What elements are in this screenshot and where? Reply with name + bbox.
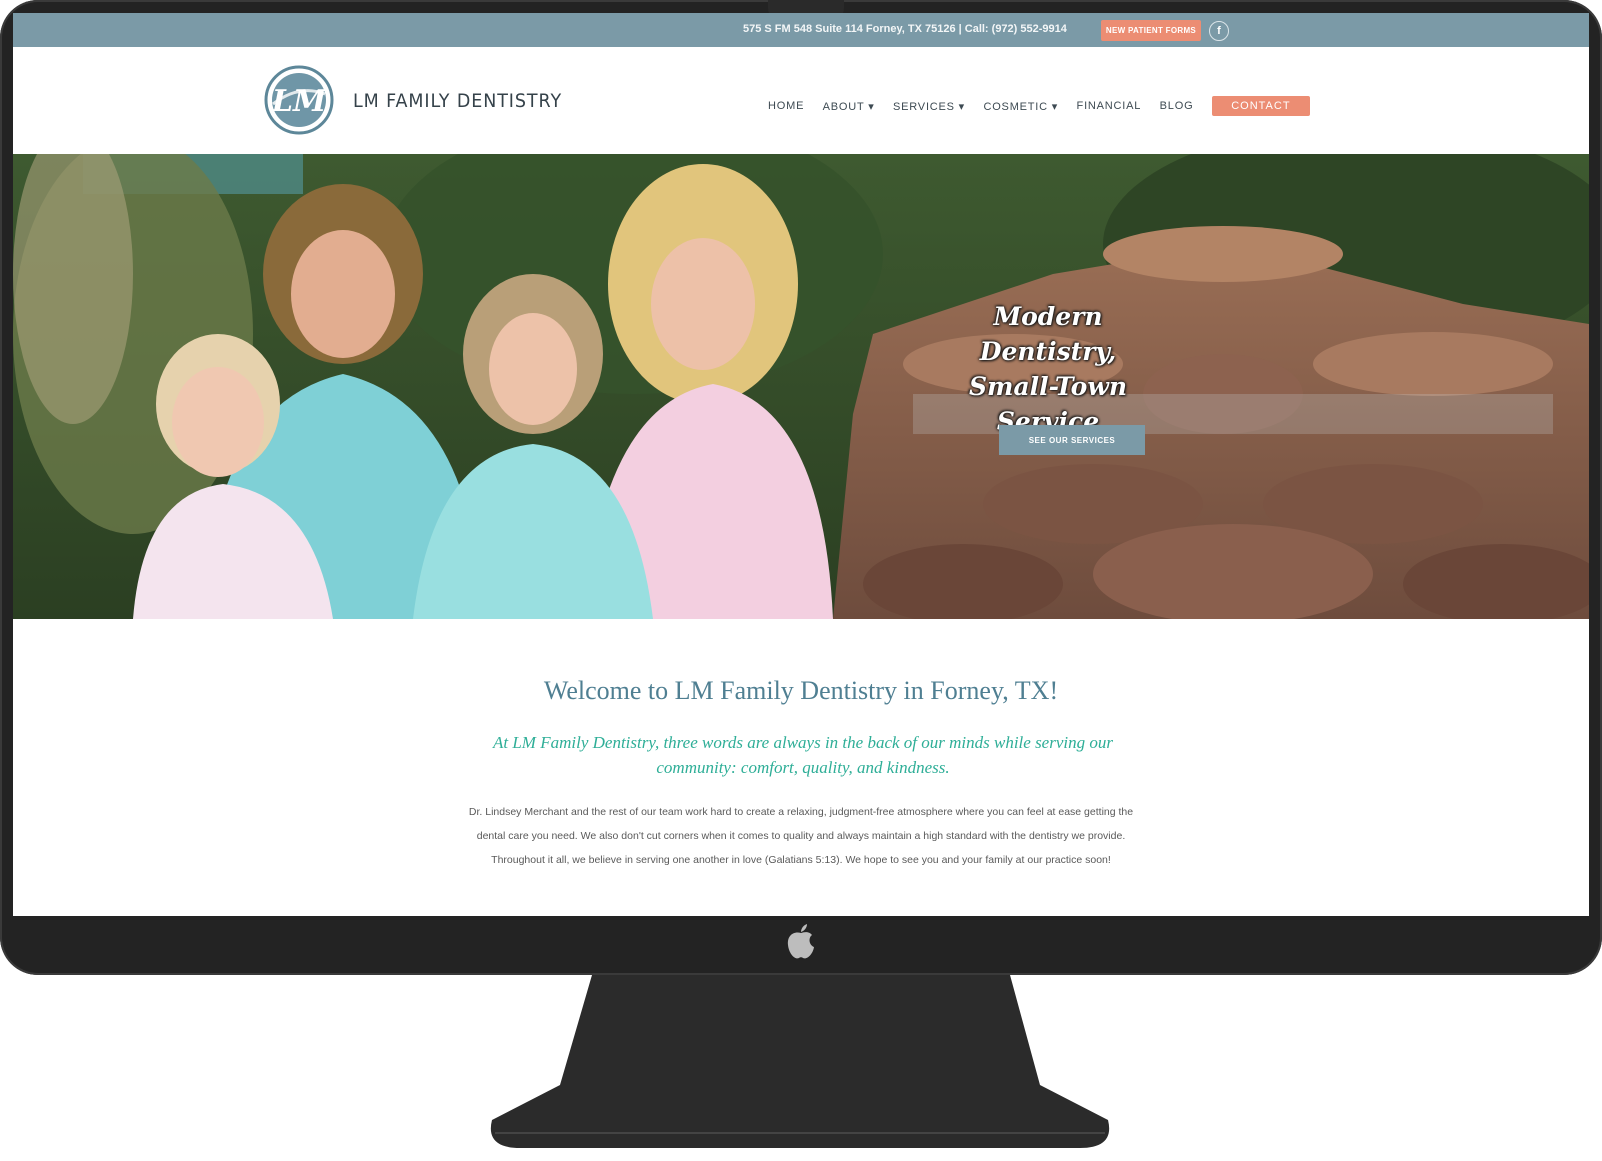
nav-blog[interactable]: BLOG — [1160, 100, 1194, 112]
lm-logo-icon[interactable]: LM — [263, 64, 335, 136]
nav-cosmetic[interactable]: COSMETIC ▾ — [983, 100, 1058, 113]
welcome-body-text: Dr. Lindsey Merchant and the rest of our… — [468, 806, 1134, 866]
new-patient-forms-button[interactable]: New Patient Forms — [1101, 20, 1201, 41]
hero-photo — [13, 154, 1589, 619]
hero-headline: Modern Dentistry, Small-Town Service — [923, 299, 1173, 439]
welcome-heading: Welcome to LM Family Dentistry in Forney… — [543, 676, 1059, 705]
nav-about[interactable]: ABOUT ▾ — [823, 100, 875, 113]
facebook-icon[interactable]: f — [1209, 21, 1229, 41]
main-navigation: HOME ABOUT ▾ SERVICES ▾ COSMETIC ▾ FINAN… — [768, 96, 1310, 118]
website-screen: 575 S FM 548 Suite 114 Forney, TX 75126 … — [13, 13, 1589, 916]
nav-services[interactable]: SERVICES ▾ — [893, 100, 965, 113]
contact-address-phone: 575 S FM 548 Suite 114 Forney, TX 75126 … — [743, 23, 1067, 35]
site-header: LM LM FAMILY DENTISTRY HOME ABOUT ▾ SERV… — [13, 47, 1589, 154]
hero-banner: Modern Dentistry, Small-Town Service See… — [13, 154, 1589, 619]
logo-initials: LM — [271, 84, 327, 119]
hero-headline-line-2: Small-Town — [968, 372, 1128, 401]
imac-monitor: 575 S FM 548 Suite 114 Forney, TX 75126 … — [0, 0, 1602, 975]
nav-contact-button[interactable]: CONTACT — [1211, 96, 1310, 116]
welcome-tagline: At LM Family Dentistry, three words are … — [493, 733, 1113, 777]
nav-financial[interactable]: FINANCIAL — [1077, 100, 1142, 112]
nav-home[interactable]: HOME — [768, 100, 804, 112]
logo-wordmark[interactable]: LM FAMILY DENTISTRY — [353, 90, 562, 112]
top-contact-bar: 575 S FM 548 Suite 114 Forney, TX 75126 … — [13, 13, 1589, 47]
hero-headline-line-1: Modern Dentistry, — [979, 302, 1117, 366]
see-our-services-button[interactable]: See Our Services — [999, 425, 1145, 455]
apple-logo-icon — [787, 924, 814, 959]
